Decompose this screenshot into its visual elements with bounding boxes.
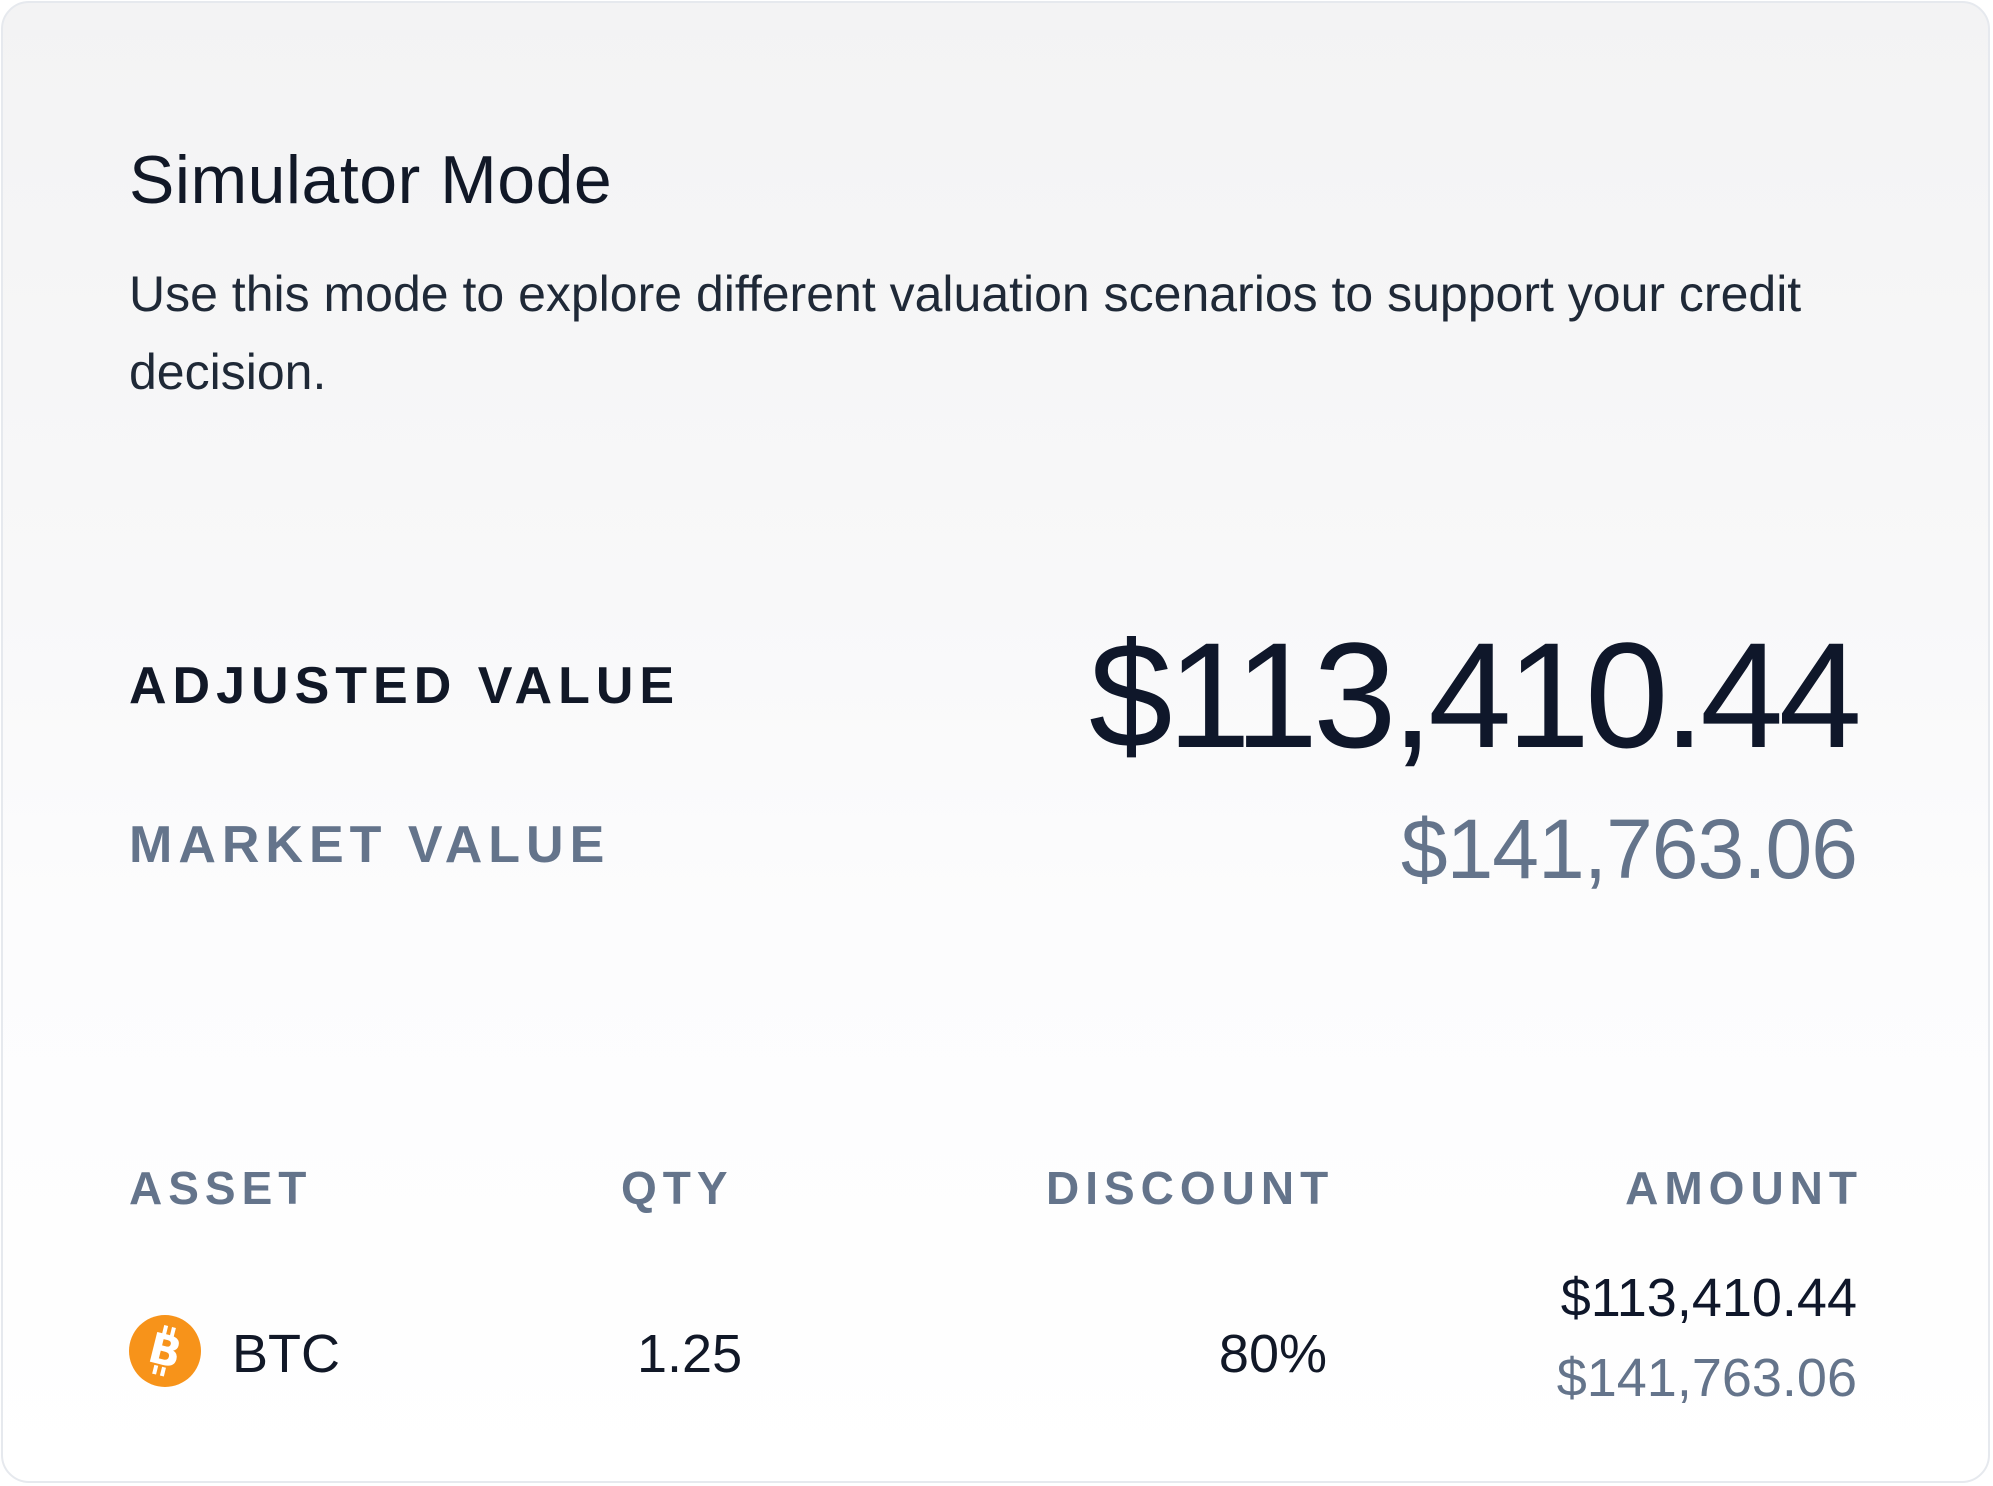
column-header-discount: DISCOUNT: [1046, 1162, 1335, 1214]
market-value: $141,763.06: [1400, 802, 1858, 896]
asset-market-amount: $141,763.06: [1556, 1348, 1857, 1408]
asset-name: BTC: [232, 1324, 340, 1384]
column-header-amount: AMOUNT: [1625, 1162, 1863, 1214]
column-header-qty: QTY: [621, 1162, 734, 1214]
asset-quantity: 1.25: [637, 1324, 743, 1384]
asset-adjusted-amount: $113,410.44: [1560, 1268, 1857, 1328]
adjusted-value: $113,410.44: [1088, 611, 1862, 779]
market-value-label: MARKET VALUE: [129, 816, 611, 874]
asset-discount: 80%: [1218, 1324, 1327, 1384]
bitcoin-icon: B: [129, 1315, 201, 1387]
panel-description: Use this mode to explore different valua…: [129, 266, 1802, 400]
page-title: Simulator Mode: [129, 142, 613, 218]
table-row: B BTC 1.25 80% $113,410.44 $141,763.06: [3, 1268, 1988, 1443]
adjusted-value-label: ADJUSTED VALUE: [129, 657, 681, 715]
simulator-mode-card: Simulator Mode Use this mode to explore …: [1, 1, 1990, 1483]
column-header-asset: ASSET: [129, 1162, 313, 1214]
